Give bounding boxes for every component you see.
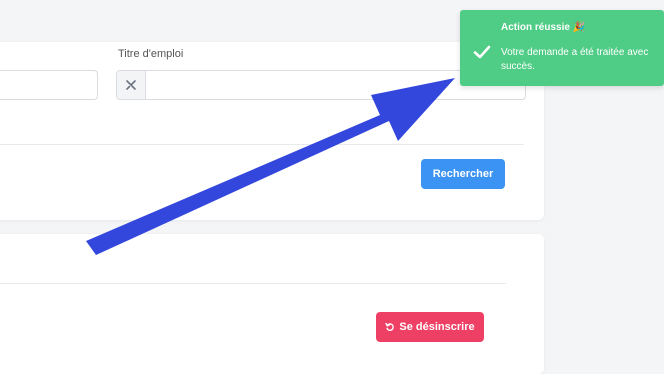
search-button[interactable]: Rechercher bbox=[421, 159, 505, 189]
success-toast: Action réussie 🎉 Votre demande a été tra… bbox=[460, 10, 664, 86]
divider bbox=[0, 144, 524, 145]
divider bbox=[0, 283, 506, 284]
tools-icon bbox=[117, 71, 146, 99]
undo-icon bbox=[385, 322, 395, 331]
toast-title: Action réussie 🎉 bbox=[501, 22, 586, 33]
toast-message: Votre demande a été traitée avec succès. bbox=[501, 47, 649, 72]
checkmark-icon bbox=[473, 45, 491, 59]
unsubscribe-label: Se désinscrire bbox=[399, 321, 475, 333]
unsubscribe-button[interactable]: Se désinscrire bbox=[376, 312, 484, 342]
left-search-input[interactable] bbox=[0, 70, 98, 100]
subscription-card bbox=[0, 234, 544, 374]
job-title-label: Titre d'emploi bbox=[118, 48, 184, 60]
